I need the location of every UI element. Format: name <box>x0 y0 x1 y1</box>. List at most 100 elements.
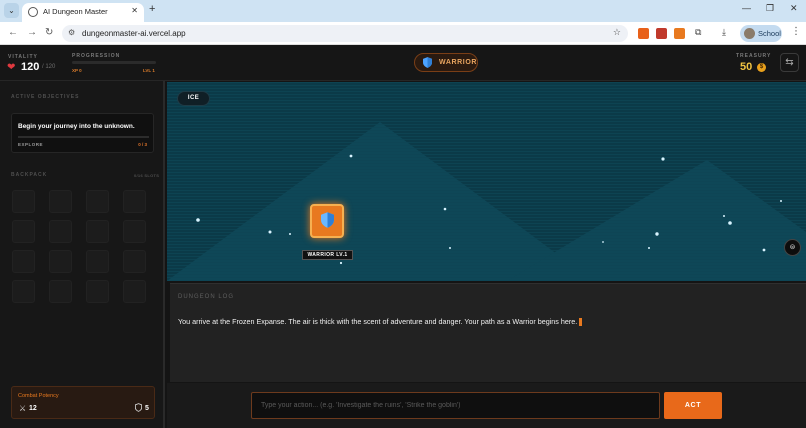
log-label: DUNGEON LOG <box>178 294 235 300</box>
star <box>443 207 447 211</box>
backpack-label: BACKPACK <box>11 172 48 178</box>
window-close-icon[interactable]: ✕ <box>790 3 798 14</box>
backpack-slot[interactable] <box>86 220 109 243</box>
backpack-slot[interactable] <box>123 190 146 213</box>
reload-icon[interactable]: ↻ <box>45 27 53 38</box>
player-token[interactable] <box>310 204 344 238</box>
globe-icon <box>28 7 38 17</box>
star <box>723 215 725 217</box>
coin-icon: $ <box>757 63 766 72</box>
backpack-slot[interactable] <box>123 220 146 243</box>
swap-button[interactable]: ⇆ <box>780 53 799 72</box>
shield-icon <box>423 57 432 68</box>
tune-icon[interactable]: ⚙ <box>68 28 75 37</box>
star <box>648 247 650 249</box>
treasury-label: TREASURY <box>736 53 772 59</box>
world-map: ICE WARRIOR LV.1 ⊜ <box>167 82 806 281</box>
back-arrow-icon[interactable]: ← <box>8 27 18 38</box>
toggle-icon: ⊜ <box>789 244 796 251</box>
combat-potency-card: Combat Potency ⚔ 12 5 <box>11 386 155 419</box>
extension-orange-icon[interactable] <box>674 28 685 39</box>
backpack-slot[interactable] <box>86 280 109 303</box>
browser-tab-strip: ⌄ AI Dungeon Master ✕ + — ❐ ✕ <box>0 0 806 22</box>
heart-icon: ❤ <box>7 62 16 73</box>
quest-card[interactable]: Begin your journey into the unknown. EXP… <box>11 113 154 153</box>
profile-button[interactable]: School <box>740 25 782 42</box>
backpack-slot[interactable] <box>12 190 35 213</box>
maximize-icon[interactable]: ❐ <box>766 3 774 14</box>
backpack-slot[interactable] <box>86 250 109 273</box>
vitality-label: VITALITY <box>8 54 38 60</box>
backpack-slot[interactable] <box>12 280 35 303</box>
level-text: LVL 1 <box>143 68 155 73</box>
extension-m-icon[interactable] <box>656 28 667 39</box>
xp-progress-bar <box>72 61 156 64</box>
backpack-slot[interactable] <box>49 250 72 273</box>
browser-tab-active[interactable]: AI Dungeon Master ✕ <box>22 3 144 22</box>
star <box>268 230 272 234</box>
star <box>661 157 665 161</box>
kebab-icon[interactable]: ⋮ <box>791 26 801 37</box>
quest-type: EXPLORE <box>18 142 44 147</box>
browser-toolbar: ← → ↻ ⚙ dungeonmaster-ai.vercel.app ☆ ⧉ … <box>0 22 806 45</box>
star <box>728 221 732 225</box>
forward-arrow-icon[interactable]: → <box>27 27 37 38</box>
log-entry: You arrive at the Frozen Expanse. The ai… <box>178 317 583 327</box>
quest-progress-bar <box>18 136 149 138</box>
action-input[interactable] <box>251 392 660 419</box>
gold-amount: 50 <box>740 61 753 73</box>
dungeon-log: DUNGEON LOG You arrive at the Frozen Exp… <box>170 283 806 382</box>
minimize-icon[interactable]: — <box>742 3 751 13</box>
backpack-slot[interactable] <box>49 190 72 213</box>
map-toggle-button[interactable]: ⊜ <box>784 239 801 256</box>
sword-icon: ⚔ <box>19 404 27 413</box>
class-name: WARRIOR <box>439 59 478 66</box>
player-label: WARRIOR LV.1 <box>302 250 353 260</box>
download-icon[interactable]: ⤓ <box>722 27 726 38</box>
star <box>449 247 451 249</box>
sidebar: ACTIVE OBJECTIVES Begin your journey int… <box>0 81 165 428</box>
tab-title: AI Dungeon Master <box>43 7 108 16</box>
hp-current: 120 <box>21 61 40 73</box>
swap-icon: ⇆ <box>785 57 794 68</box>
star-icon[interactable]: ☆ <box>613 27 621 38</box>
combat-label: Combat Potency <box>18 393 59 399</box>
shield-icon <box>135 403 142 412</box>
action-bar: ACT <box>167 383 806 428</box>
xp-text: XP 0 <box>72 68 82 73</box>
star <box>339 261 343 265</box>
star <box>602 241 604 243</box>
log-entry-text: You arrive at the Frozen Expanse. The ai… <box>178 317 578 326</box>
tab-search-button[interactable]: ⌄ <box>4 3 19 18</box>
puzzle-icon[interactable]: ⧉ <box>695 27 701 38</box>
extension-metamask-icon[interactable] <box>638 28 649 39</box>
progression-label: PROGRESSION <box>72 53 121 59</box>
backpack-slot[interactable] <box>12 250 35 273</box>
hp-max: / 120 <box>42 64 56 70</box>
backpack-slot[interactable] <box>12 220 35 243</box>
quest-count: 0 / 3 <box>138 142 147 147</box>
quest-title: Begin your journey into the unknown. <box>18 123 135 130</box>
tab-close-icon[interactable]: ✕ <box>131 6 138 15</box>
new-tab-icon[interactable]: + <box>149 3 155 15</box>
url-text[interactable]: dungeonmaster-ai.vercel.app <box>82 29 186 38</box>
class-badge: WARRIOR <box>414 53 478 72</box>
profile-label: School <box>758 28 781 38</box>
address-bar[interactable]: ⚙ dungeonmaster-ai.vercel.app ☆ <box>62 25 628 42</box>
backpack-slot[interactable] <box>123 250 146 273</box>
act-button[interactable]: ACT <box>664 392 722 419</box>
star <box>762 248 766 252</box>
chevron-down-icon: ⌄ <box>8 6 15 15</box>
star <box>289 233 291 235</box>
backpack-count: 0/16 SLOTS <box>134 173 160 178</box>
backpack-slot[interactable] <box>86 190 109 213</box>
star <box>780 200 782 202</box>
backpack-slot[interactable] <box>49 220 72 243</box>
backpack-slot[interactable] <box>123 280 146 303</box>
game-header: VITALITY ❤ 120 / 120 PROGRESSION XP 0 LV… <box>0 45 806 81</box>
star <box>196 218 200 222</box>
avatar <box>744 28 755 39</box>
objectives-label: ACTIVE OBJECTIVES <box>11 94 80 100</box>
star <box>349 154 353 158</box>
backpack-slot[interactable] <box>49 280 72 303</box>
